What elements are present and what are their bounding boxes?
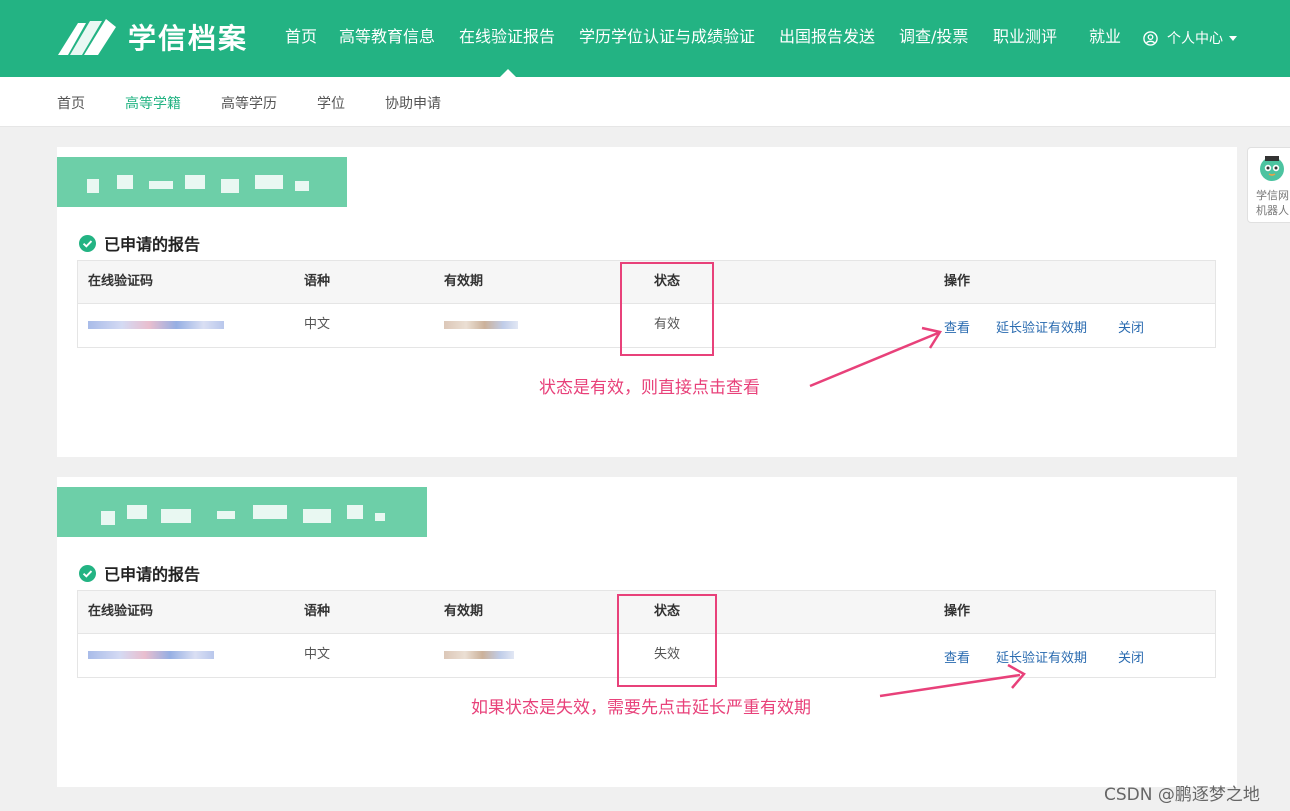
col-header-actions: 操作: [944, 604, 971, 619]
nav-item-education-info[interactable]: 高等教育信息: [339, 27, 435, 47]
status-highlight-box: [617, 594, 717, 687]
row-language: 中文: [304, 317, 331, 332]
subnav-item-degree[interactable]: 学位: [317, 93, 345, 113]
logo-text: 学信档案: [128, 22, 249, 55]
verification-code-redacted: [88, 321, 224, 329]
user-icon: [1143, 30, 1158, 46]
subnav-item-home[interactable]: 首页: [57, 93, 85, 113]
subnav-item-assist-apply[interactable]: 协助申请: [385, 93, 441, 113]
school-name-banner-redacted: [57, 487, 427, 537]
nav-item-online-report[interactable]: 在线验证报告: [459, 27, 555, 47]
nav-item-report-send[interactable]: 出国报告发送: [779, 27, 875, 47]
col-header-validity: 有效期: [444, 604, 484, 619]
col-header-code: 在线验证码: [88, 274, 154, 289]
verification-code-redacted: [88, 651, 214, 659]
subnav-item-enrollment[interactable]: 高等学籍: [125, 93, 181, 113]
annotation-arrow-icon: [879, 663, 1026, 698]
section-title: 已申请的报告: [79, 561, 200, 585]
check-circle-icon: [79, 234, 96, 252]
extend-validity-link[interactable]: 延长验证有效期: [996, 317, 1087, 336]
annotation-arrow-icon: [809, 326, 942, 388]
annotation-text: 状态是有效，则直接点击查看: [539, 378, 760, 398]
robot-icon: [1260, 156, 1284, 181]
section-title: 已申请的报告: [79, 231, 200, 255]
status-highlight-box: [620, 262, 714, 356]
validity-date-redacted: [444, 651, 514, 659]
nav-item-degree-verification[interactable]: 学历学位认证与成绩验证: [579, 27, 755, 47]
chat-robot-widget[interactable]: 学信网 机器人: [1247, 147, 1290, 223]
subnav-item-degree-record[interactable]: 高等学历: [221, 93, 277, 113]
site-logo[interactable]: 学信档案: [56, 16, 248, 58]
section-title-text: 已申请的报告: [104, 235, 201, 254]
row-language: 中文: [304, 647, 331, 662]
nav-item-career-test[interactable]: 职业测评: [993, 27, 1057, 47]
col-header-language: 语种: [304, 604, 331, 619]
nav-item-employment[interactable]: 就业: [1089, 27, 1121, 47]
robot-label: 学信网 机器人: [1256, 189, 1289, 217]
col-header-language: 语种: [304, 274, 331, 289]
active-nav-indicator: [500, 69, 516, 77]
annotation-text: 如果状态是失效，需要先点击延长严重有效期: [471, 698, 811, 718]
logo-icon: [58, 19, 116, 55]
user-center-menu[interactable]: 个人中心: [1143, 28, 1237, 48]
nav-item-survey[interactable]: 调查/投票: [899, 27, 968, 47]
check-circle-icon: [79, 564, 96, 582]
col-header-actions: 操作: [944, 274, 971, 289]
watermark: CSDN @鹏逐梦之地: [1104, 785, 1260, 805]
section-title-text: 已申请的报告: [104, 565, 201, 584]
sub-nav: 首页 高等学籍 高等学历 学位 协助申请: [0, 77, 1290, 127]
top-header: 学信档案 首页 高等教育信息 在线验证报告 学历学位认证与成绩验证 出国报告发送…: [0, 0, 1290, 77]
close-link[interactable]: 关闭: [1118, 647, 1144, 666]
col-header-validity: 有效期: [444, 274, 484, 289]
nav-item-home[interactable]: 首页: [285, 27, 317, 47]
chevron-down-icon: [1229, 35, 1237, 41]
user-center-label: 个人中心: [1167, 31, 1223, 47]
col-header-code: 在线验证码: [88, 604, 154, 619]
validity-date-redacted: [444, 321, 518, 329]
close-link[interactable]: 关闭: [1118, 317, 1144, 336]
school-name-banner-redacted: [57, 157, 347, 207]
